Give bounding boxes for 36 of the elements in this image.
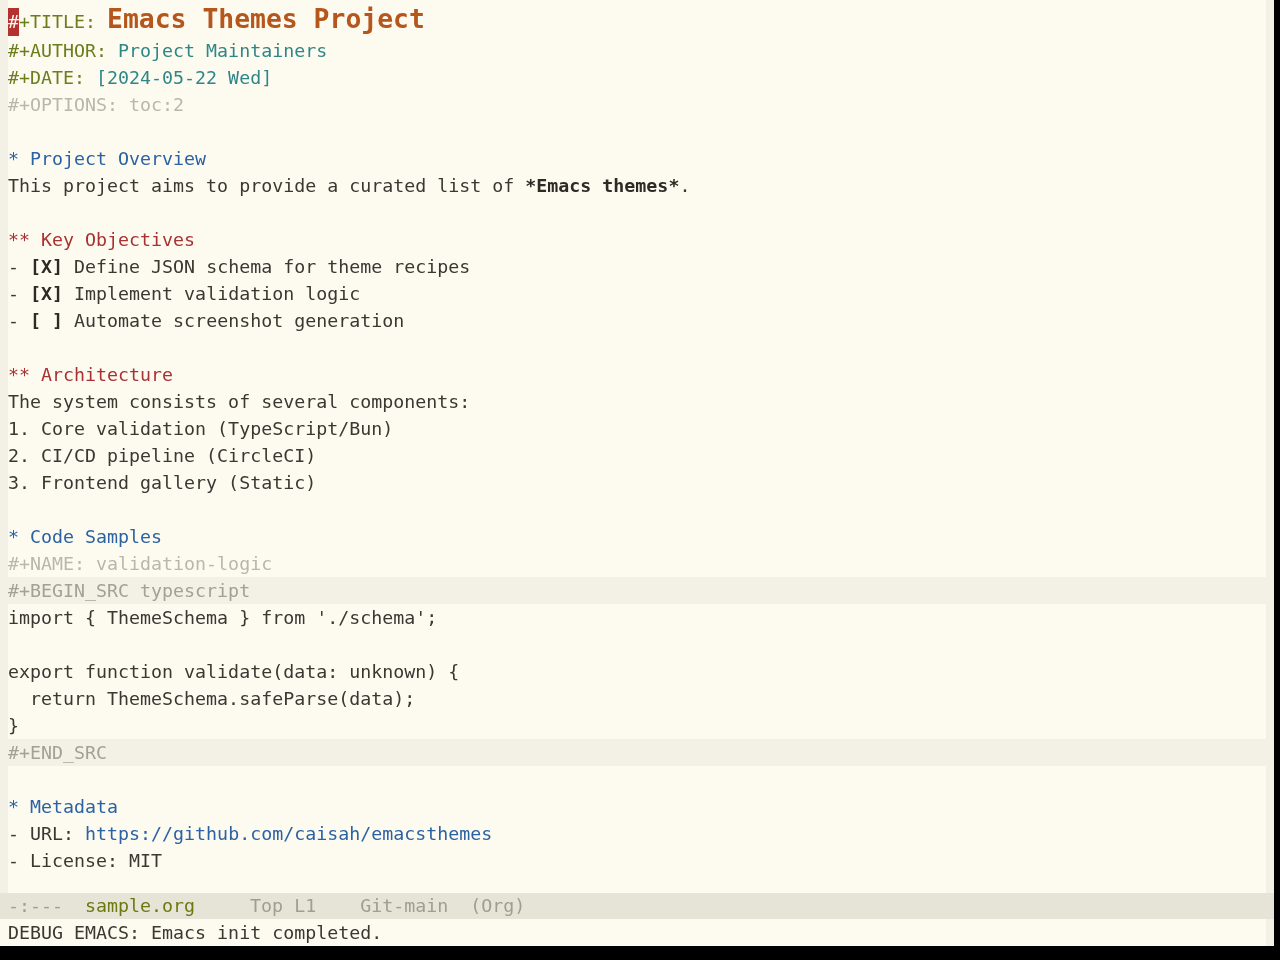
body-text: - [X] Define JSON schema for theme recipes (8, 256, 471, 277)
keyword-label: #+AUTHOR: (8, 40, 108, 61)
body-text: - License: MIT (8, 850, 163, 871)
keyword-value: [2024-05-22 Wed] (96, 67, 273, 88)
body-text: - [X] Implement validation logic (8, 283, 361, 304)
code-line: export function validate(data: unknown) { (8, 661, 460, 682)
heading: * Code Samples (8, 526, 163, 547)
body-text: This project aims to provide a curated list of *Emacs themes*. (8, 175, 691, 196)
body-text: - URL: https://github.com/caisah/emacsthemes (8, 823, 493, 844)
buffer-status: -:--- (8, 894, 64, 918)
code-line: return ThemeSchema.safeParse(data); (29, 688, 416, 709)
code-line: } (8, 715, 19, 736)
body-text: 2. CI/CD pipeline (CircleCI) (8, 445, 317, 466)
body-text: 3. Frontend gallery (Static) (8, 472, 317, 493)
heading: * Project Overview (8, 148, 207, 169)
heading: * Metadata (8, 796, 119, 817)
src-block-delimiter: #+END_SRC (8, 742, 108, 763)
body-text: The system consists of several components: (8, 391, 471, 412)
keyword-label: #+DATE: (8, 67, 86, 88)
major-mode: (Org) (470, 894, 526, 918)
subheading: ** Key Objectives (8, 229, 196, 250)
keyword-label: +TITLE: (19, 11, 97, 32)
vc-branch: Git-main (360, 894, 449, 918)
document-title: Emacs Themes Project (107, 3, 425, 34)
code-line: import { ThemeSchema } from './schema'; (8, 607, 438, 628)
keyword-line: #+NAME: validation-logic (8, 553, 273, 574)
echo-message: DEBUG EMACS: Emacs init completed. (8, 922, 383, 943)
buffer-position: Top L1 (250, 894, 317, 918)
src-block-delimiter: #+BEGIN_SRC typescript (8, 580, 251, 601)
keyword-value: Project Maintainers (118, 40, 328, 61)
keyword-line: #+OPTIONS: toc:2 (8, 94, 185, 115)
buffer-name: sample.org (85, 894, 196, 918)
body-text: - [ ] Automate screenshot generation (8, 310, 405, 331)
body-text: 1. Core validation (TypeScript/Bun) (8, 418, 394, 439)
subheading: ** Architecture (8, 364, 174, 385)
url-link[interactable]: https://github.com/caisah/emacsthemes (85, 823, 493, 844)
